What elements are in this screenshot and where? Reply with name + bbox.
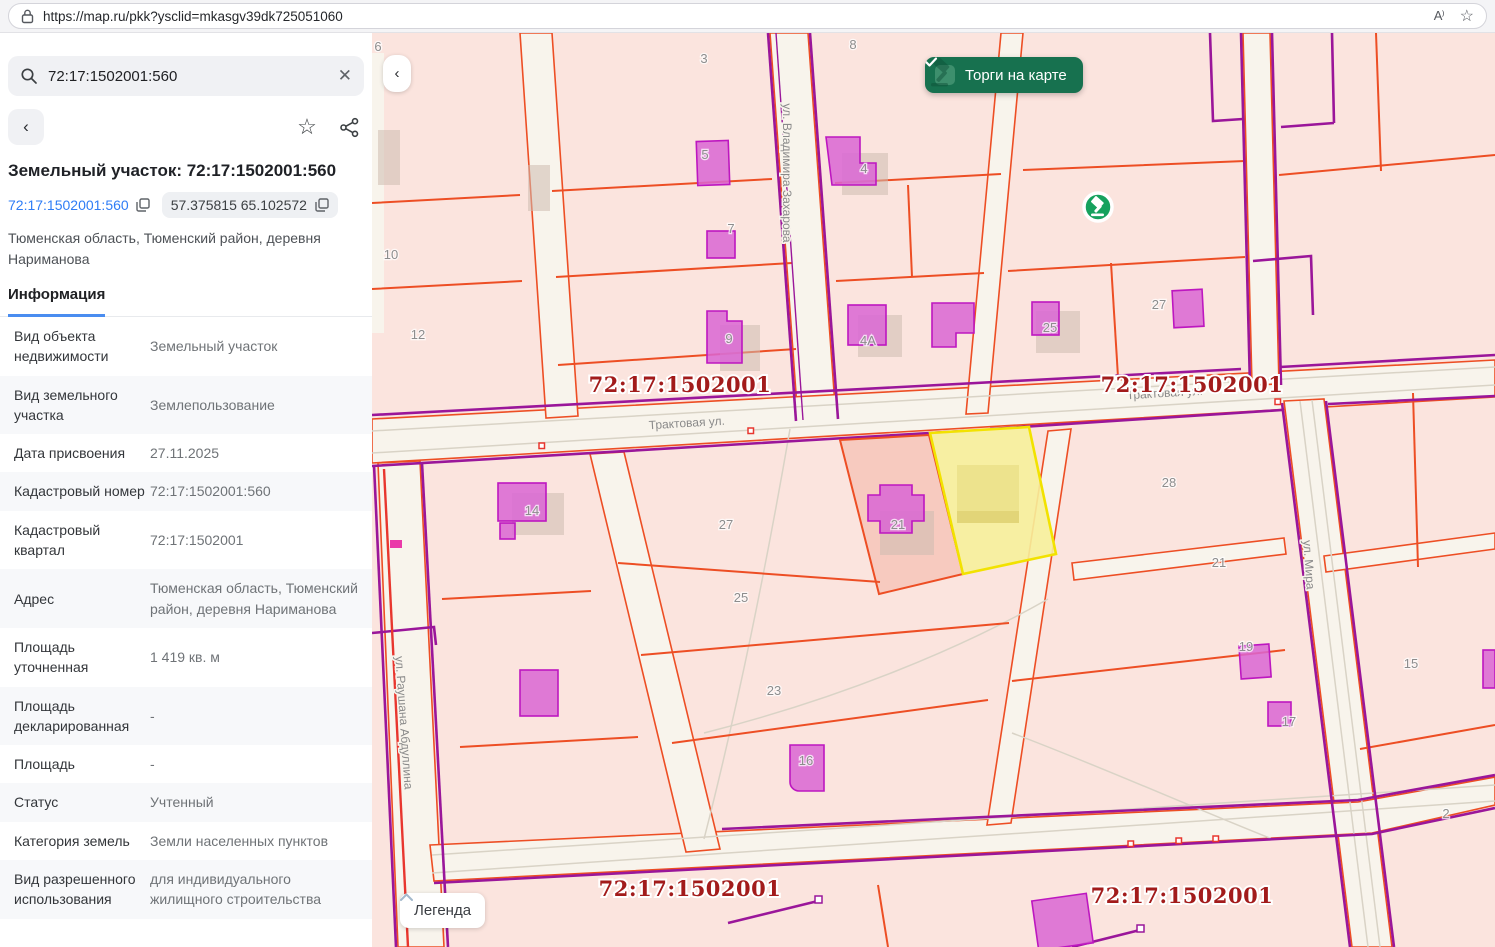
browser-toolbar: https://map.ru/pkk?ysclid=mkasgv39dk7250… (0, 0, 1495, 33)
svg-text:72:17:1502001: 72:17:1502001 (1091, 883, 1274, 908)
svg-text:2: 2 (1442, 806, 1449, 821)
info-table: Вид объекта недвижимостиЗемельный участо… (0, 317, 372, 919)
svg-text:10: 10 (384, 247, 398, 262)
coordinates-chip[interactable]: 57.375815 65.102572 (162, 192, 338, 218)
svg-text:12: 12 (411, 327, 425, 342)
building-14-annex (500, 523, 515, 539)
svg-text:25: 25 (1043, 320, 1057, 335)
svg-text:27: 27 (1152, 297, 1166, 312)
cadastral-map[interactable]: 6 3 8 10 12 5 4 7 9 4А 25 27 14 27 25 23… (372, 33, 1495, 947)
table-row: Кадастровый квартал72:17:1502001 (0, 511, 372, 570)
svg-text:72:17:1502001: 72:17:1502001 (1101, 372, 1284, 397)
building-27 (1172, 289, 1204, 328)
svg-text:19: 19 (1239, 639, 1253, 654)
table-row: Категория земельЗемли населенных пунктов (0, 822, 372, 860)
building-21 (790, 745, 824, 791)
svg-text:16: 16 (799, 753, 813, 768)
table-row: Вид объекта недвижимостиЗемельный участо… (0, 317, 372, 376)
map-canvas[interactable]: 6 3 8 10 12 5 4 7 9 4А 25 27 14 27 25 23… (372, 33, 1495, 947)
building-edge (1483, 650, 1495, 688)
svg-text:27: 27 (719, 517, 733, 532)
address-bar[interactable]: https://map.ru/pkk?ysclid=mkasgv39dk7250… (8, 3, 1487, 29)
svg-text:15: 15 (1404, 656, 1418, 671)
building-bottom (1032, 893, 1093, 947)
tab-information[interactable]: Информация (8, 286, 105, 317)
table-row: Площадь- (0, 745, 372, 783)
table-row: Дата присвоения27.11.2025 (0, 434, 372, 472)
svg-text:8: 8 (849, 37, 856, 52)
svg-text:5: 5 (701, 147, 708, 162)
search-icon (20, 67, 38, 85)
svg-text:21: 21 (891, 517, 905, 532)
collapse-panel-button[interactable]: ‹ (383, 55, 411, 92)
svg-text:9: 9 (725, 331, 732, 346)
legend-button-label: Легенда (414, 902, 471, 919)
lock-icon (21, 9, 34, 24)
search-value[interactable]: 72:17:1502001:560 (48, 68, 328, 85)
svg-text:17: 17 (1282, 714, 1296, 729)
tab-bar: Информация (0, 286, 372, 317)
footprint-shade (957, 511, 1019, 523)
svg-text:23: 23 (767, 683, 781, 698)
auction-button-label: Торги на карте (965, 67, 1067, 84)
favorite-star-button[interactable]: ☆ (294, 114, 320, 140)
page-title: Земельный участок: 72:17:1502001:560 (8, 161, 364, 181)
table-row: Вид земельного участкаЗемлепользование (0, 376, 372, 435)
copy-icon[interactable] (136, 198, 150, 212)
legend-button[interactable]: Легенда (400, 893, 485, 928)
svg-text:7: 7 (727, 221, 734, 236)
copy-icon[interactable] (315, 198, 329, 212)
parcel-address: Тюменская область, Тюменский район, дере… (8, 228, 338, 270)
table-row: Вид разрешенного использованиядля индиви… (0, 860, 372, 919)
gavel-watermark-icon (925, 57, 957, 89)
svg-text:3: 3 (700, 51, 707, 66)
table-row: Площадь уточненная1 419 кв. м (0, 628, 372, 687)
svg-text:72:17:1502001: 72:17:1502001 (599, 876, 782, 901)
clear-search-icon[interactable]: ✕ (338, 66, 352, 86)
building-tiny (390, 540, 402, 548)
search-input[interactable]: 72:17:1502001:560 ✕ (8, 56, 364, 96)
cadastral-number-link[interactable]: 72:17:1502001:560 (8, 197, 150, 213)
svg-text:4А: 4А (860, 333, 876, 348)
url-text[interactable]: https://map.ru/pkk?ysclid=mkasgv39dk7250… (43, 9, 343, 24)
auction-marker[interactable] (1084, 193, 1112, 221)
svg-text:72:17:1502001: 72:17:1502001 (589, 372, 772, 397)
svg-text:14: 14 (525, 503, 539, 518)
svg-text:6: 6 (374, 39, 381, 54)
table-row: СтатусУчтенный (0, 783, 372, 821)
table-row: АдресТюменская область, Тюменский район,… (0, 569, 372, 628)
share-button[interactable] (336, 117, 362, 138)
svg-text:28: 28 (1162, 475, 1176, 490)
table-row: Площадь декларированная- (0, 687, 372, 746)
svg-text:25: 25 (734, 590, 748, 605)
building-16 (520, 670, 558, 716)
street-zaharova-label: ул. Владимира Захарова (780, 103, 794, 242)
chevron-up-icon (400, 893, 413, 901)
svg-text:4: 4 (860, 161, 867, 176)
back-button[interactable]: ‹ (8, 109, 44, 145)
auction-toggle-button[interactable]: Торги на карте (925, 57, 1083, 93)
parcel-info-panel: 72:17:1502001:560 ✕ ‹ ☆ Земельный участо… (0, 33, 372, 947)
bookmark-star-icon[interactable]: ☆ (1460, 6, 1474, 26)
read-aloud-icon[interactable]: A⁾ (1434, 8, 1444, 24)
table-row: Кадастровый номер72:17:1502001:560 (0, 472, 372, 510)
svg-text:21: 21 (1212, 555, 1226, 570)
